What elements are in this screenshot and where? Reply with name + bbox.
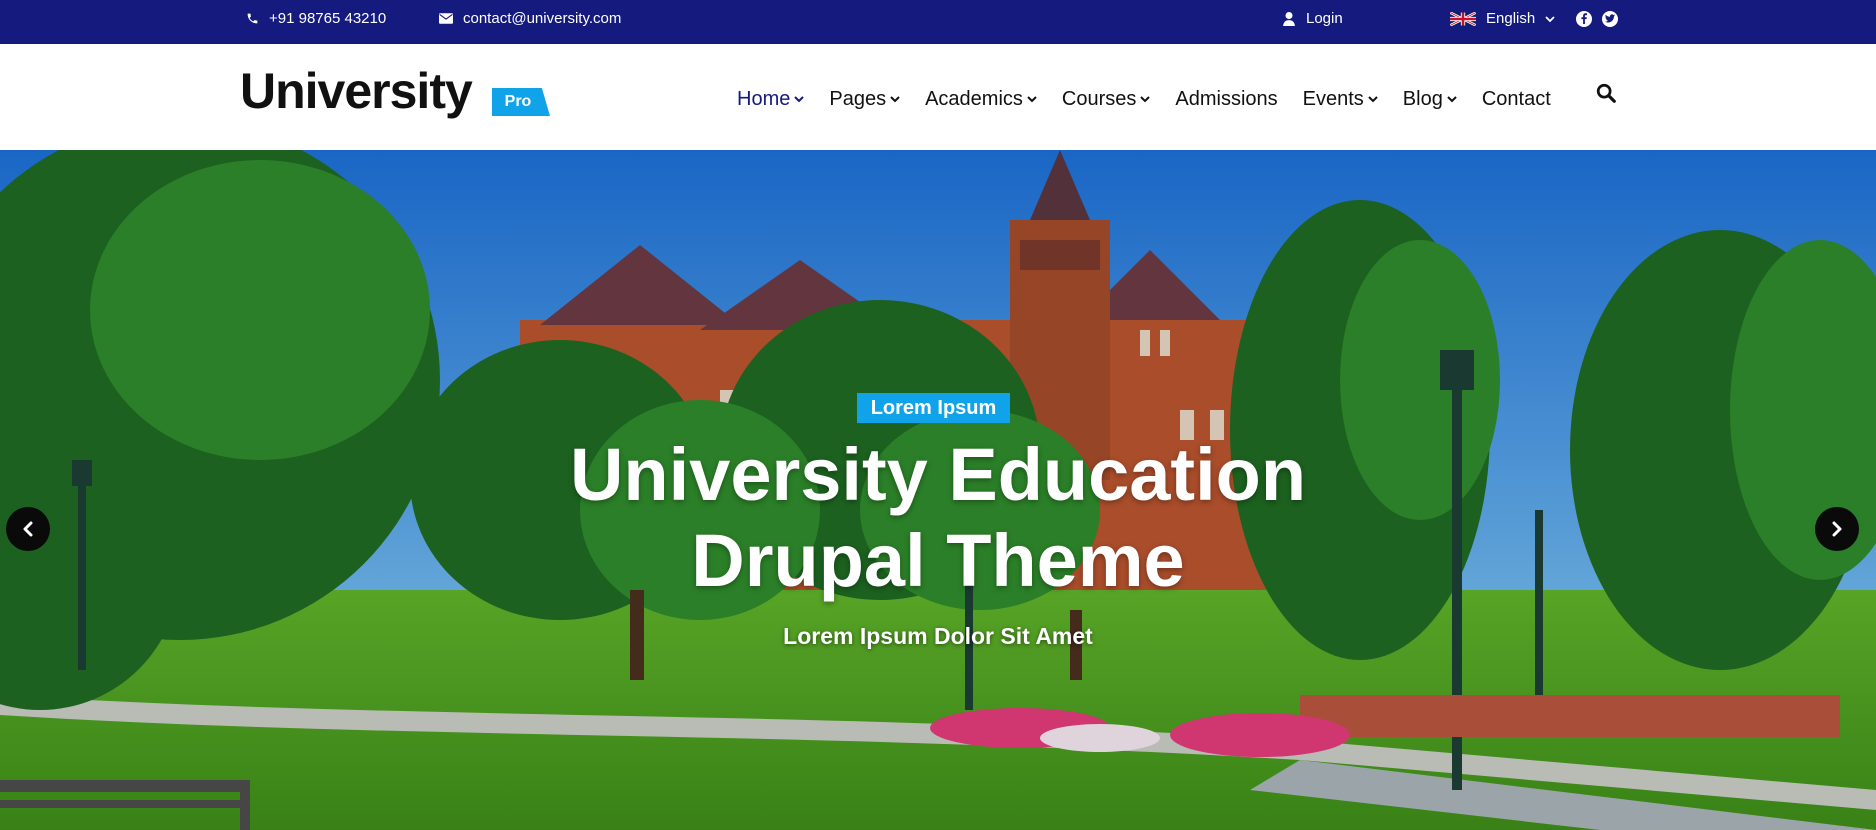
chevron-down-icon bbox=[1027, 96, 1037, 103]
chevron-down-icon bbox=[890, 96, 900, 103]
nav-label: Contact bbox=[1481, 87, 1551, 110]
nav-label: Events bbox=[1302, 87, 1364, 110]
chevron-down-icon bbox=[1545, 15, 1555, 22]
chevron-right-icon bbox=[1832, 521, 1842, 537]
main-nav: Home Pages Academics Courses Admissions … bbox=[737, 84, 1576, 114]
nav-item-contact[interactable]: Contact bbox=[1482, 88, 1551, 111]
nav-label: Home bbox=[737, 87, 791, 110]
site-logo[interactable]: University bbox=[240, 66, 473, 116]
hero-slider: Lorem Ipsum University Education Drupal … bbox=[0, 150, 1876, 830]
email-address: contact@university.com bbox=[463, 10, 622, 27]
nav-label: Admissions bbox=[1175, 87, 1278, 110]
phone-icon bbox=[245, 12, 259, 26]
nav-item-home[interactable]: Home bbox=[737, 87, 805, 111]
nav-item-academics[interactable]: Academics bbox=[925, 88, 1037, 111]
chevron-down-icon bbox=[1368, 96, 1378, 103]
envelope-icon bbox=[439, 12, 453, 26]
chevron-down-icon bbox=[1140, 96, 1151, 103]
language-label: English bbox=[1486, 10, 1536, 27]
nav-item-blog[interactable]: Blog bbox=[1403, 88, 1457, 111]
login-label: Login bbox=[1306, 10, 1343, 27]
hero-tag: Lorem Ipsum bbox=[857, 393, 1010, 423]
pro-badge: Pro bbox=[492, 88, 550, 116]
phone-number: +91 98765 43210 bbox=[269, 10, 387, 27]
nav-label: Courses bbox=[1061, 87, 1137, 110]
nav-label: Academics bbox=[925, 87, 1023, 110]
chevron-down-icon bbox=[794, 96, 805, 103]
site-header: University Pro Home Pages Academics Cour… bbox=[0, 44, 1876, 150]
chevron-left-icon bbox=[23, 521, 33, 537]
top-bar: +91 98765 43210 contact@university.com L… bbox=[0, 0, 1876, 44]
social-links bbox=[1576, 0, 1618, 37]
slider-prev-button[interactable] bbox=[6, 507, 50, 551]
hero-title-line-1: University Education bbox=[569, 433, 1307, 516]
email-contact[interactable]: contact@university.com bbox=[439, 0, 621, 37]
hero-title-line-2: Drupal Theme bbox=[691, 519, 1185, 602]
search-icon[interactable] bbox=[1595, 82, 1617, 104]
twitter-icon[interactable] bbox=[1602, 10, 1618, 27]
language-selector[interactable]: English bbox=[1450, 0, 1555, 37]
nav-item-admissions[interactable]: Admissions bbox=[1175, 88, 1277, 111]
uk-flag-icon bbox=[1450, 11, 1476, 26]
nav-label: Blog bbox=[1402, 87, 1443, 110]
nav-item-events[interactable]: Events bbox=[1303, 88, 1378, 111]
hero-title: University Education Drupal Theme bbox=[0, 432, 1876, 604]
phone-contact[interactable]: +91 98765 43210 bbox=[245, 0, 386, 37]
nav-item-pages[interactable]: Pages bbox=[829, 88, 900, 111]
hero-subtitle: Lorem Ipsum Dolor Sit Amet bbox=[783, 623, 1093, 649]
login-link[interactable]: Login bbox=[1282, 0, 1343, 37]
nav-label: Pages bbox=[829, 87, 887, 110]
slider-next-button[interactable] bbox=[1815, 507, 1859, 551]
nav-item-courses[interactable]: Courses bbox=[1061, 87, 1151, 111]
chevron-down-icon bbox=[1447, 96, 1457, 103]
user-icon bbox=[1282, 11, 1296, 26]
facebook-icon[interactable] bbox=[1576, 10, 1592, 27]
